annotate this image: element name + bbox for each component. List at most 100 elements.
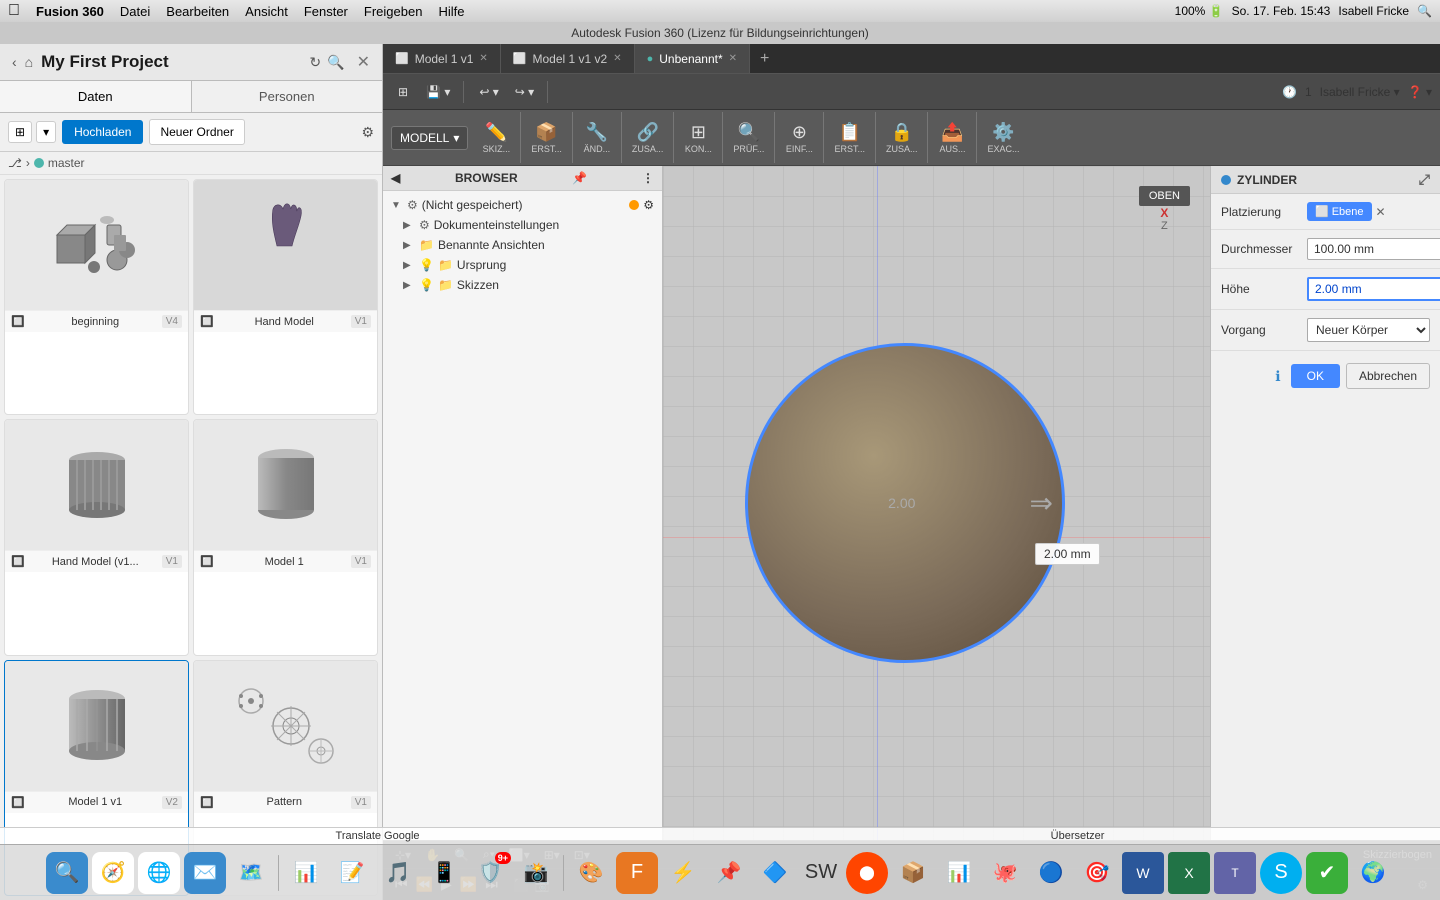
dock-safari2[interactable]: 🌍	[1352, 852, 1394, 894]
dock-git[interactable]: ⬤	[846, 852, 888, 894]
dock-word[interactable]: W	[1122, 852, 1164, 894]
menu-fenster[interactable]: Fenster	[304, 4, 348, 19]
lt-btn-and[interactable]: 🔧 ÄND...	[579, 119, 615, 156]
nav-back-button[interactable]: ‹	[12, 54, 17, 70]
dock-skype[interactable]: S	[1260, 852, 1302, 894]
menu-bearbeiten[interactable]: Bearbeiten	[166, 4, 229, 19]
model-dropdown[interactable]: MODELL ▾	[391, 126, 468, 150]
dock-dropbox[interactable]: 📦	[892, 852, 934, 894]
lt-btn-erst2[interactable]: 📋 ERST...	[830, 119, 869, 156]
browser-pin-icon[interactable]: 📌	[572, 171, 587, 185]
save-btn[interactable]: 💾 ▾	[419, 81, 457, 103]
tree-item-views[interactable]: ▶ 📁 Benannte Ansichten	[383, 235, 662, 255]
cancel-button[interactable]: Abbrechen	[1346, 363, 1430, 389]
dock-excel[interactable]: X	[1168, 852, 1210, 894]
zylinder-expand-icon[interactable]: ⤢	[1419, 171, 1430, 188]
durchmesser-input[interactable]	[1307, 238, 1440, 260]
dock-app3[interactable]: 🔵	[1030, 852, 1072, 894]
tab-unbenannt[interactable]: ● Unbenannt* ✕	[635, 44, 750, 73]
tree-expand-docs[interactable]: ▶	[403, 220, 415, 231]
dock-gh[interactable]: 🐙	[984, 852, 1026, 894]
dock-mail[interactable]: ✉️	[184, 852, 226, 894]
user-dropdown[interactable]: Isabell Fricke ▾	[1320, 85, 1400, 99]
tree-expand-skizzen[interactable]: ▶	[403, 280, 415, 291]
dock-pin[interactable]: 📌	[708, 852, 750, 894]
lt-btn-einf[interactable]: ⊕ EINF...	[781, 119, 817, 156]
dock-maps[interactable]: 🗺️	[230, 852, 272, 894]
tree-item-docs[interactable]: ▶ ⚙ Dokumenteinstellungen	[383, 215, 662, 235]
dock-xcode[interactable]: 🎯	[1076, 852, 1118, 894]
dock-photos[interactable]: 📸	[515, 852, 557, 894]
dock-sw[interactable]: SW	[800, 852, 842, 894]
dock-green[interactable]: ✔	[1306, 852, 1348, 894]
menu-hilfe[interactable]: Hilfe	[438, 4, 464, 19]
new-folder-button[interactable]: Neuer Ordner	[149, 119, 244, 145]
lt-btn-erst[interactable]: 📦 ERST...	[527, 119, 566, 156]
tab-model1v1[interactable]: ⬜ Model 1 v1 ✕	[383, 44, 501, 73]
tree-expand-views[interactable]: ▶	[403, 240, 415, 251]
ok-button[interactable]: OK	[1291, 364, 1340, 388]
vorgang-select[interactable]: Neuer Körper	[1307, 318, 1430, 342]
dock-safari[interactable]: 🧭	[92, 852, 134, 894]
dock-finder[interactable]: 🔍	[46, 852, 88, 894]
redo-btn[interactable]: ↪ ▾	[508, 81, 541, 103]
info-icon[interactable]: ℹ	[1275, 368, 1280, 385]
dock-numbers[interactable]: 📊	[285, 852, 327, 894]
lt-btn-zusa2[interactable]: 🔒 ZUSA...	[882, 119, 922, 156]
axis-top-button[interactable]: OBEN	[1139, 186, 1190, 206]
ebene-button[interactable]: ⬜ Ebene	[1307, 202, 1372, 221]
browser-collapse-arrow[interactable]: ◀	[391, 171, 400, 185]
dock-teams[interactable]: T	[1214, 852, 1256, 894]
dock-fusion[interactable]: F	[616, 852, 658, 894]
tree-settings-icon[interactable]: ⚙	[643, 198, 654, 212]
placement-clear-button[interactable]: ✕	[1376, 205, 1386, 219]
tree-item-origin[interactable]: ▶ 💡 📁 Ursprung	[383, 255, 662, 275]
tab-add-button[interactable]: +	[750, 50, 779, 68]
lt-btn-exac[interactable]: ⚙️ EXAC...	[983, 119, 1023, 156]
menu-datei[interactable]: Datei	[120, 4, 150, 19]
upload-button[interactable]: Hochladen	[62, 120, 143, 144]
dock-pptx[interactable]: 📊	[938, 852, 980, 894]
undo-btn[interactable]: ↩ ▾	[472, 81, 505, 103]
tab-personen[interactable]: Personen	[192, 81, 383, 112]
lt-btn-skiz[interactable]: ✏️ SKIZ...	[478, 119, 514, 156]
tree-item-skizzen[interactable]: ▶ 💡 📁 Skizzen	[383, 275, 662, 295]
project-item-beginning[interactable]: 🔲 beginning V4	[4, 179, 189, 415]
dock-app2[interactable]: ⚡	[662, 852, 704, 894]
dock-draw[interactable]: 🎨	[570, 852, 612, 894]
grid-view-button[interactable]: ⊞	[8, 121, 32, 143]
dock-chrome[interactable]: 🌐	[138, 852, 180, 894]
hoehe-input[interactable]	[1307, 277, 1440, 301]
lt-btn-kon[interactable]: ⊞ KON...	[680, 119, 716, 156]
help-icon[interactable]: ❓ ▾	[1408, 85, 1432, 99]
dropdown-button[interactable]: ▾	[36, 121, 56, 143]
panel-close-button[interactable]: ✕	[357, 52, 370, 72]
refresh-icon[interactable]: ↻	[309, 54, 321, 71]
grid-view-toolbar-btn[interactable]: ⊞	[391, 81, 415, 103]
dock-music[interactable]: 🎵	[377, 852, 419, 894]
dock-iphone[interactable]: 📱	[423, 852, 465, 894]
tab-close-3[interactable]: ✕	[729, 53, 737, 64]
project-item-hand-model-v1[interactable]: 🔲 Hand Model (v1... V1	[4, 419, 189, 655]
lt-btn-zusa[interactable]: 🔗 ZUSA...	[628, 119, 668, 156]
tab-close-1[interactable]: ✕	[479, 53, 487, 64]
dock-diamond[interactable]: 🔷	[754, 852, 796, 894]
tree-item-root[interactable]: ▼ ⚙ (Nicht gespeichert) ⚙	[383, 195, 662, 215]
settings-icon[interactable]: ⚙	[361, 124, 374, 141]
lt-btn-prue[interactable]: 🔍 PRÜF...	[729, 119, 768, 156]
tree-expand-root[interactable]: ▼	[391, 200, 403, 211]
lt-btn-aus[interactable]: 📤 AUS...	[934, 119, 970, 156]
tab-model1v1v2[interactable]: ⬜ Model 1 v1 v2 ✕	[501, 44, 635, 73]
menu-freigeben[interactable]: Freigeben	[364, 4, 423, 19]
tab-daten[interactable]: Daten	[0, 81, 192, 112]
browser-more-icon[interactable]: ⋮	[642, 171, 654, 185]
tab-close-2[interactable]: ✕	[613, 53, 621, 64]
dock-notes[interactable]: 📝	[331, 852, 373, 894]
apple-menu[interactable]: 	[8, 2, 20, 20]
tree-expand-origin[interactable]: ▶	[403, 260, 415, 271]
project-item-model1[interactable]: 🔲 Model 1 V1	[193, 419, 378, 655]
panel-search-icon[interactable]: 🔍	[327, 54, 344, 71]
menu-ansicht[interactable]: Ansicht	[245, 4, 288, 19]
project-item-hand-model[interactable]: 🔲 Hand Model V1	[193, 179, 378, 415]
dock-security[interactable]: 🛡️9+	[469, 852, 511, 894]
